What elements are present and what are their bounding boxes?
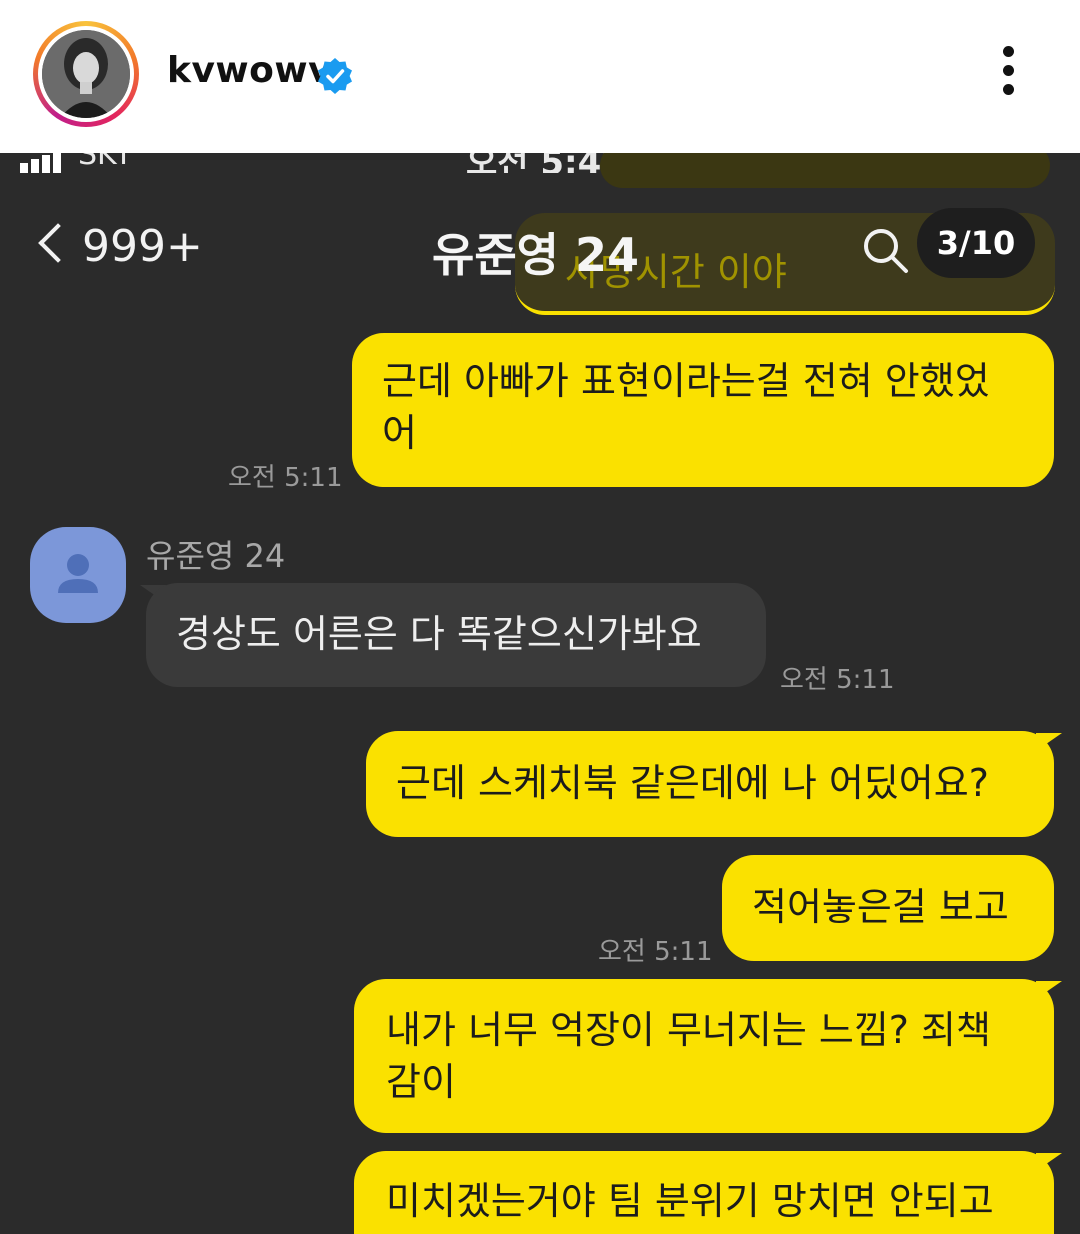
profile-avatar[interactable]	[33, 21, 139, 127]
username[interactable]: kvwowv	[167, 50, 332, 91]
back-button[interactable]: 999+	[38, 221, 203, 272]
ghost-bubble-top	[600, 153, 1050, 188]
sender-avatar[interactable]	[30, 527, 126, 623]
message-text: 미치겠는거야 팀 분위기 망치면 안되고	[386, 1179, 994, 1223]
my-message-bubble: 근데 스케치북 같은데에 나 어딨어요?	[366, 731, 1054, 837]
chat-screenshot: SKT 오전 5:47 7% 사망시간 이야 999+ 유준영 24 3/10 …	[0, 153, 1080, 1234]
instagram-post-header: kvwowv	[0, 0, 1080, 153]
my-message-bubble: 미치겠는거야 팀 분위기 망치면 안되고	[354, 1151, 1054, 1234]
unread-count: 999+	[82, 221, 203, 272]
avatar-photo	[42, 30, 130, 118]
message-time: 오전 5:11	[780, 665, 895, 695]
message-line: 근데 아빠가 표현이라는걸 전혀 안했었	[382, 359, 990, 403]
other-message-bubble: 경상도 어른은 다 똑같으신가봐요	[146, 583, 766, 687]
message-line: 내가 너무 억장이 무너지는 느낌? 죄책	[386, 1008, 991, 1052]
carrier-label: SKT	[78, 153, 133, 172]
my-message-bubble: 내가 너무 억장이 무너지는 느낌? 죄책 감이	[354, 979, 1054, 1133]
message-text: 근데 스케치북 같은데에 나 어딨어요?	[396, 761, 989, 805]
message-time: 오전 5:11	[598, 937, 713, 967]
avatar-portrait-icon	[42, 30, 130, 118]
chat-title: 유준영 24	[432, 228, 639, 282]
message-line: 감이	[386, 1060, 456, 1104]
message-time: 오전 5:11	[228, 463, 343, 493]
message-line: 어	[382, 411, 417, 455]
sender-name: 유준영 24	[146, 537, 286, 575]
message-text: 적어놓은걸 보고	[752, 885, 1009, 929]
search-icon[interactable]	[860, 225, 910, 275]
person-icon	[58, 554, 98, 593]
verified-badge-icon	[318, 58, 352, 94]
my-message-bubble: 근데 아빠가 표현이라는걸 전혀 안했었 어	[352, 333, 1054, 487]
chevron-left-icon	[38, 223, 78, 263]
message-text: 경상도 어른은 다 똑같으신가봐요	[176, 612, 702, 656]
signal-icon	[20, 153, 64, 173]
more-vertical-icon[interactable]	[990, 46, 1026, 106]
my-message-bubble: 적어놓은걸 보고	[722, 855, 1054, 961]
page-counter-badge: 3/10	[917, 208, 1035, 278]
